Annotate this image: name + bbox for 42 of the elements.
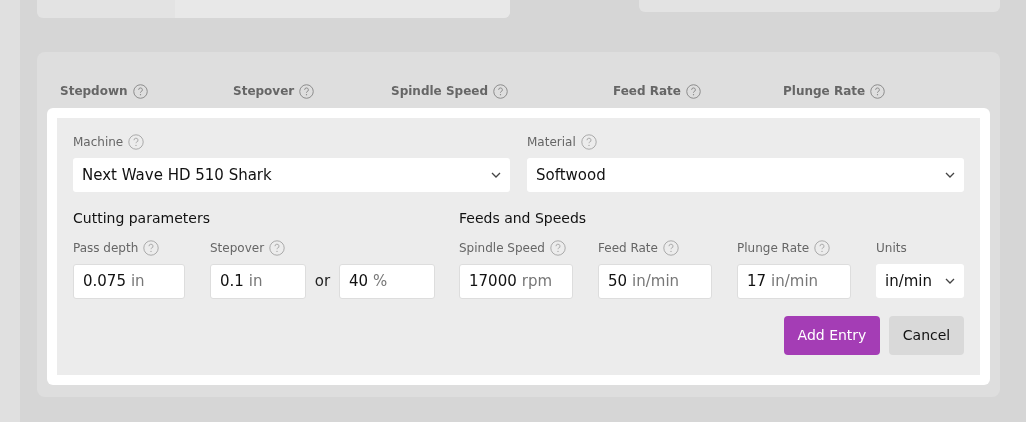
field-label: Machine: [73, 134, 124, 151]
help-icon[interactable]: [493, 83, 508, 99]
help-icon[interactable]: [269, 240, 286, 256]
input-field[interactable]: 17000 rpm: [459, 264, 573, 299]
help-icon[interactable]: [814, 240, 831, 256]
separator-text: or: [313, 271, 332, 293]
column-header: Spindle Speed: [391, 83, 488, 100]
help-icon[interactable]: [549, 240, 566, 256]
field-label: Feed Rate: [598, 240, 658, 257]
section-title: Feeds and Speeds: [459, 209, 588, 226]
cancel-button[interactable]: Cancel: [889, 316, 964, 355]
field-label: Spindle Speed: [459, 240, 545, 257]
input-field[interactable]: 50 in/min: [598, 264, 712, 299]
input-field[interactable]: 0.075 in: [73, 264, 185, 299]
help-icon[interactable]: [870, 83, 886, 99]
field-label: Stepover: [210, 240, 265, 257]
help-icon[interactable]: [299, 83, 315, 99]
column-header: Stepdown: [60, 83, 128, 100]
select-field[interactable]: Next Wave HD 510 Shark: [73, 158, 510, 192]
help-icon[interactable]: [662, 240, 679, 256]
add-entry-button[interactable]: Add Entry: [784, 316, 880, 355]
input-field[interactable]: 17 in/min: [737, 264, 851, 299]
help-icon[interactable]: [685, 83, 701, 99]
field-label: Pass depth: [73, 240, 139, 257]
help-icon[interactable]: [128, 134, 145, 150]
input-field[interactable]: 40 %: [339, 264, 435, 299]
column-header: Plunge Rate: [783, 83, 866, 100]
help-icon[interactable]: [132, 83, 148, 99]
caret-icon: [491, 172, 501, 178]
select-field[interactable]: in/min: [876, 264, 964, 298]
field-label: Units: [876, 240, 907, 257]
help-icon[interactable]: [580, 134, 597, 150]
section-title: Cutting parameters: [73, 209, 211, 226]
field-label: Plunge Rate: [737, 240, 810, 257]
caret-icon: [945, 278, 955, 284]
column-header: Stepover: [233, 83, 295, 100]
input-field[interactable]: 0.1 in: [210, 264, 306, 299]
column-header: Feed Rate: [613, 83, 681, 100]
field-label: Material: [527, 134, 576, 151]
caret-icon: [945, 172, 955, 178]
help-icon[interactable]: [143, 240, 160, 256]
select-field[interactable]: Softwood: [527, 158, 964, 192]
